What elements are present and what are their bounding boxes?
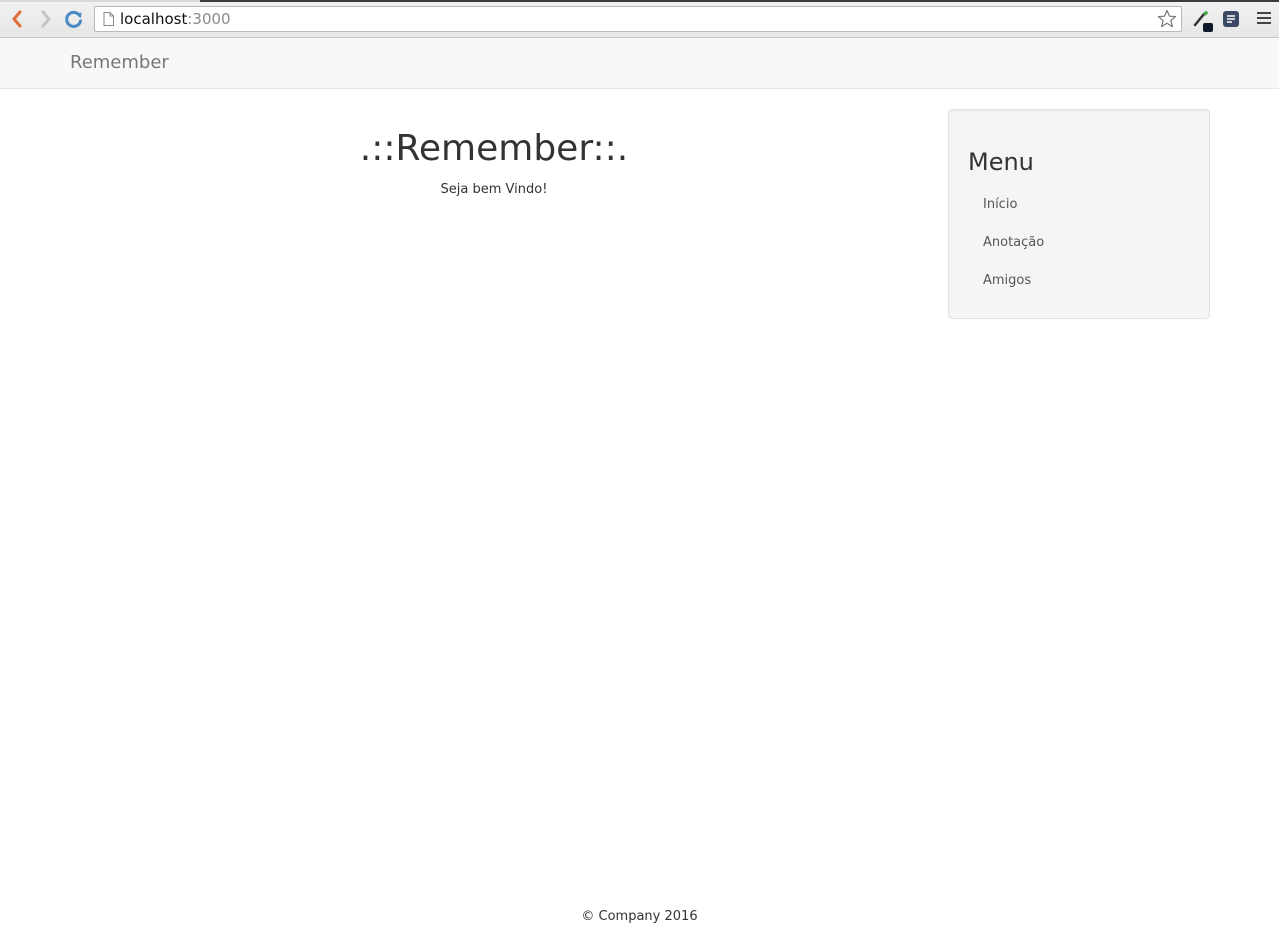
active-tab[interactable] <box>0 0 200 2</box>
page-title: .::Remember::. <box>359 128 629 169</box>
forward-arrow-icon <box>41 10 51 28</box>
eyedropper-icon[interactable] <box>1192 9 1214 33</box>
url-host: localhost <box>120 10 188 28</box>
browser-toolbar: localhost:3000 <box>0 0 1279 38</box>
navbar-brand[interactable]: Remember <box>70 52 169 74</box>
tab-strip <box>0 0 1279 2</box>
sidebar-link-amigos[interactable]: Amigos <box>968 266 1188 296</box>
sidebar: Menu Início Anotação Amigos <box>948 109 1210 319</box>
main-content: .::Remember::. Seja bem Vindo! <box>70 89 918 199</box>
footer: © Company 2016 <box>0 908 1279 926</box>
sidebar-item-inicio: Início <box>968 190 1188 228</box>
sidebar-item-amigos: Amigos <box>968 266 1188 304</box>
url-port: :3000 <box>187 10 231 28</box>
extension-icon[interactable] <box>1222 10 1240 28</box>
back-button[interactable] <box>6 8 28 30</box>
star-icon[interactable] <box>1157 9 1177 29</box>
navbar: Remember <box>0 38 1279 89</box>
sidebar-nav: Início Anotação Amigos <box>968 190 1188 304</box>
hamburger-menu-icon[interactable] <box>1257 11 1271 25</box>
sidebar-link-inicio[interactable]: Início <box>968 190 1188 220</box>
sidebar-link-anotacao[interactable]: Anotação <box>968 228 1188 258</box>
sidebar-heading: Menu <box>968 148 1034 176</box>
forward-button[interactable] <box>35 8 57 30</box>
page-icon <box>103 12 114 26</box>
reload-icon <box>65 10 82 28</box>
address-bar[interactable]: localhost:3000 <box>94 6 1182 32</box>
reload-button[interactable] <box>63 8 85 30</box>
back-arrow-icon <box>12 10 22 28</box>
footer-text: © Company 2016 <box>581 909 698 924</box>
url-text[interactable]: localhost:3000 <box>120 10 231 28</box>
welcome-text: Seja bem Vindo! <box>440 182 548 197</box>
sidebar-item-anotacao: Anotação <box>968 228 1188 266</box>
